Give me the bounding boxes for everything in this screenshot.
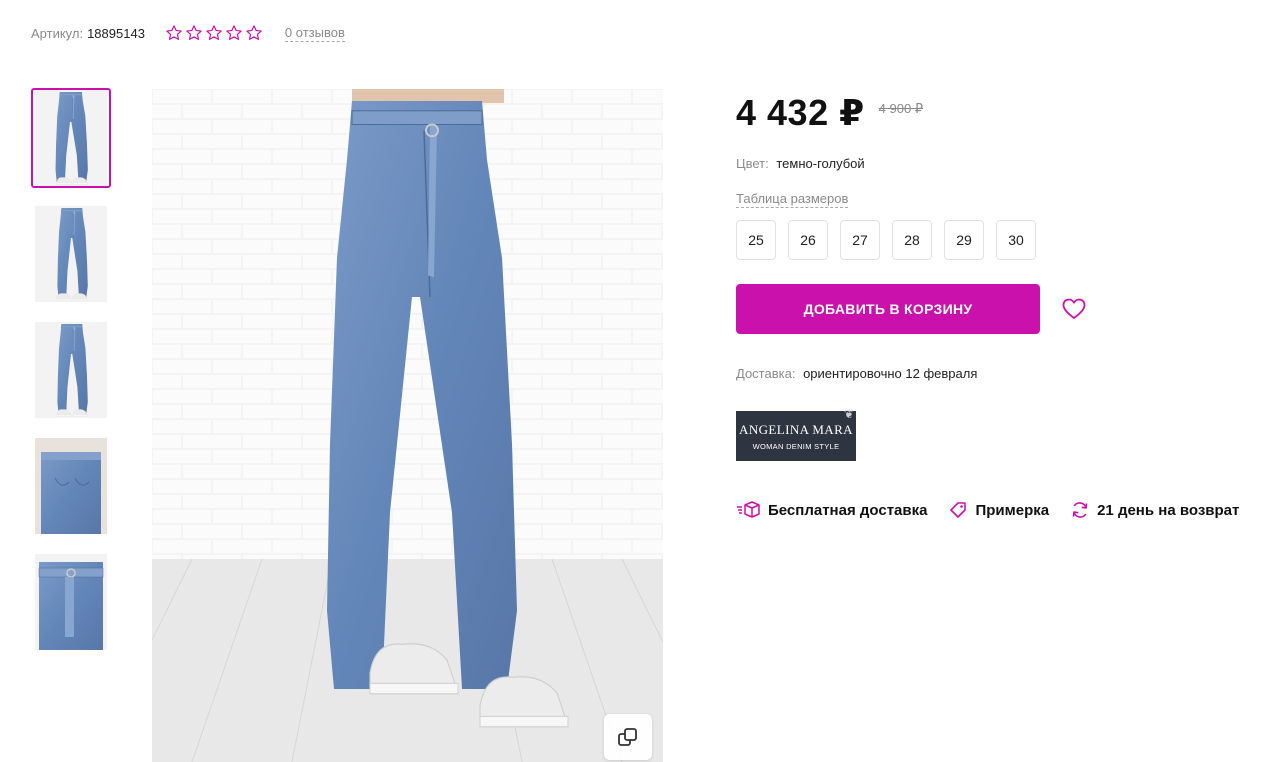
feature-label: Бесплатная доставка [768,501,928,519]
refresh-icon [1072,502,1088,518]
thumbnail-photo-back-close[interactable] [31,436,111,536]
sku-label: Артикул: [31,25,84,41]
tag-icon [950,502,967,518]
brand-logo[interactable]: ❦ ANGELINA MARA WOMAN DENIM STYLE [736,407,856,461]
feature-label: Примерка [975,501,1050,519]
product-main-image[interactable] [152,89,663,762]
product-meta-row: Артикул: 18895143 0 отзывов [31,24,345,42]
color-label: Цвет: [736,156,769,171]
feature-free-delivery[interactable]: Бесплатная доставка [736,501,927,519]
color-row: Цвет: темно-голубой [736,156,1276,171]
size-option[interactable]: 30 [996,220,1036,260]
size-option[interactable]: 28 [892,220,932,260]
brand-tagline: WOMAN DENIM STYLE [752,441,840,451]
feature-label: 21 день на возврат [1097,501,1240,519]
zoom-button[interactable] [604,714,652,760]
product-info-panel: 4 432 ₽ 4 900 ₽ Цвет: темно-голубой Табл… [736,92,1276,519]
feature-returns[interactable]: 21 день на возврат [1071,501,1239,519]
add-to-cart-button[interactable]: ДОБАВИТЬ В КОРЗИНУ [736,284,1040,334]
thumbnail-photo-front[interactable] [31,88,111,188]
color-value: темно-голубой [776,156,865,171]
size-option[interactable]: 25 [736,220,776,260]
delivery-box-icon [737,501,760,518]
rating-stars[interactable] [165,24,263,42]
thumbnail-photo-back-full[interactable] [31,320,111,420]
size-option[interactable]: 27 [840,220,880,260]
old-price: 4 900 ₽ [878,101,924,116]
delivery-label: Доставка: [736,366,796,381]
feature-list: Бесплатная доставка Примерка 21 день на … [736,501,1276,519]
star-icon [226,25,242,40]
size-option[interactable]: 26 [788,220,828,260]
size-option[interactable]: 29 [944,220,984,260]
star-icon [246,25,262,40]
reviews-link[interactable]: 0 отзывов [284,25,345,42]
delivery-row: Доставка: ориентировочно 12 февраля [736,366,1276,381]
thumbnail-list [31,88,111,668]
cart-row: ДОБАВИТЬ В КОРЗИНУ [736,284,1276,334]
star-icon [186,25,202,40]
star-icon [206,25,222,40]
expand-icon [618,728,637,746]
thumbnail-photo-belt-detail[interactable] [31,552,111,652]
delivery-value: ориентировочно 12 февраля [803,366,978,381]
feature-fitting[interactable]: Примерка [949,501,1049,519]
star-icon [166,25,182,40]
brand-name: ANGELINA MARA [739,421,853,437]
sku-value: 18895143 [87,25,145,41]
size-table-link[interactable]: Таблица размеров [736,191,849,208]
size-selector: 25 26 27 28 29 30 [736,220,1276,260]
current-price: 4 432 ₽ [736,92,865,133]
heart-icon [1062,298,1086,319]
brand-swirl-icon: ❦ [843,407,854,421]
favorite-button[interactable] [1058,293,1090,325]
thumbnail-photo-front-full[interactable] [31,204,111,304]
price-row: 4 432 ₽ 4 900 ₽ [736,92,1276,134]
